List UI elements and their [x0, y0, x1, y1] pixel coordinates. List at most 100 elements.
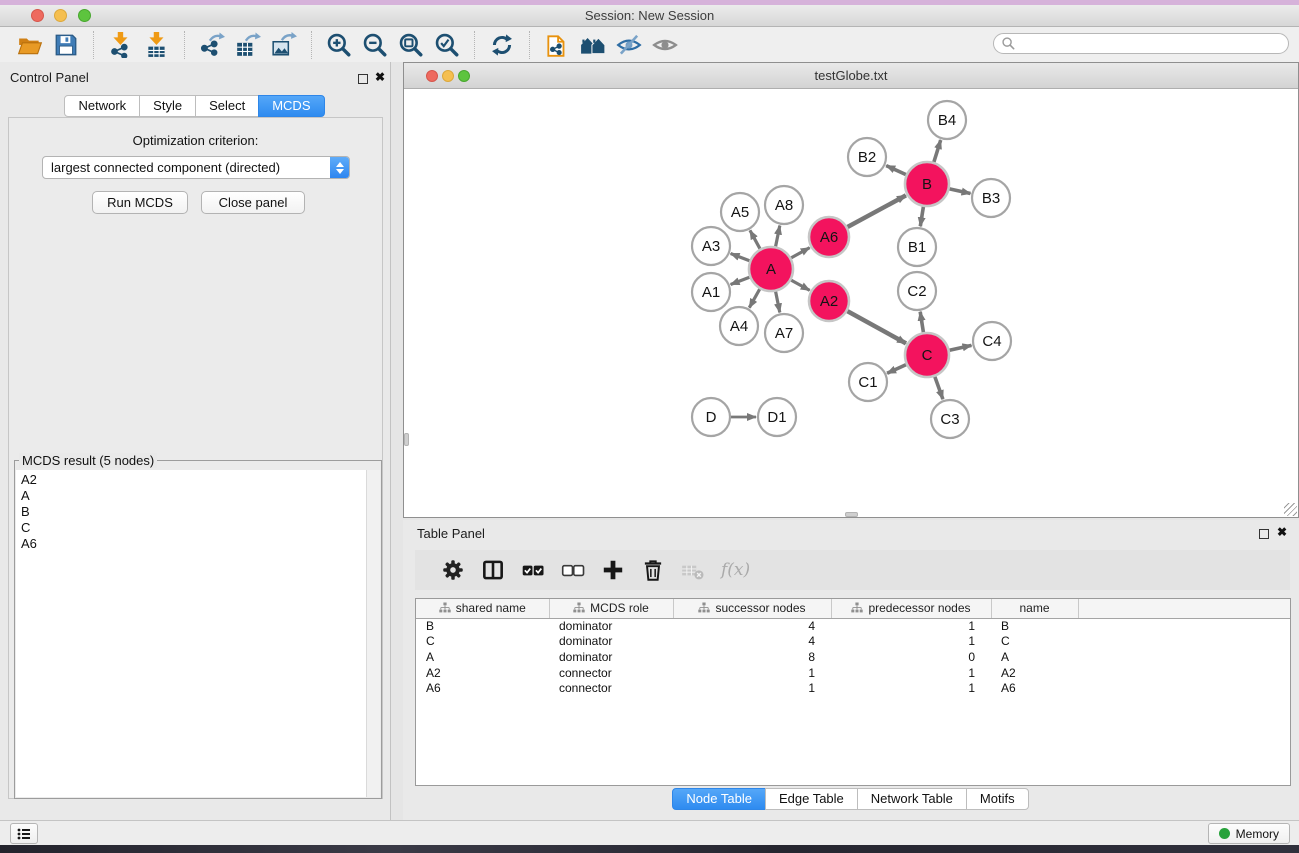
result-item-c[interactable]: C	[16, 520, 366, 536]
tab-mcds[interactable]: MCDS	[258, 95, 324, 117]
graph-node-b1[interactable]: B1	[898, 228, 936, 266]
result-item-a2[interactable]: A2	[16, 472, 366, 488]
home-button[interactable]	[575, 30, 611, 60]
result-item-a6[interactable]: A6	[16, 536, 366, 552]
network-hscroll-thumb[interactable]	[845, 512, 858, 517]
network-window-zoom-button[interactable]	[458, 70, 470, 82]
table-row-a[interactable]: Adominator80A	[416, 649, 1290, 665]
graph-node-a6[interactable]: A6	[809, 217, 849, 257]
graph-node-c3[interactable]: C3	[931, 400, 969, 438]
save-session-button[interactable]	[48, 30, 84, 60]
edge-A2-C[interactable]	[847, 311, 906, 343]
zoom-in-button[interactable]	[321, 30, 357, 60]
window-close-button[interactable]	[31, 9, 44, 22]
open-session-button[interactable]	[12, 30, 48, 60]
edge-A6-B[interactable]	[848, 195, 906, 227]
edge-A-A4[interactable]	[749, 289, 759, 308]
table-panel-close-icon[interactable]: ✖	[1277, 525, 1287, 539]
table-settings-button[interactable]	[433, 555, 473, 585]
zoom-selected-button[interactable]	[429, 30, 465, 60]
edge-A-A6[interactable]	[791, 248, 810, 258]
tab-network[interactable]: Network	[64, 95, 140, 117]
search-field[interactable]	[993, 33, 1289, 54]
result-item-a[interactable]: A	[16, 488, 366, 504]
edge-B-B2[interactable]	[886, 166, 906, 175]
graph-node-a3[interactable]: A3	[692, 227, 730, 265]
graph-node-b2[interactable]: B2	[848, 138, 886, 176]
table-row-b[interactable]: Bdominator41B	[416, 618, 1290, 634]
zoom-fit-button[interactable]	[393, 30, 429, 60]
import-network-button[interactable]	[103, 30, 139, 60]
tab-style[interactable]: Style	[139, 95, 196, 117]
graph-node-d[interactable]: D	[692, 398, 730, 436]
table-row-a6[interactable]: A6connector11A6	[416, 680, 1290, 696]
network-window-close-button[interactable]	[426, 70, 438, 82]
graph-node-c2[interactable]: C2	[898, 272, 936, 310]
edge-B-B3[interactable]	[950, 189, 971, 194]
graph-node-a[interactable]: A	[749, 247, 793, 291]
column-header-predecessor-nodes[interactable]: predecessor nodes	[831, 599, 991, 618]
edge-A-A5[interactable]	[750, 230, 760, 248]
tab-select[interactable]: Select	[195, 95, 259, 117]
network-vscroll-thumb[interactable]	[404, 433, 409, 446]
add-row-button[interactable]	[593, 555, 633, 585]
edge-C-C2[interactable]	[920, 312, 923, 333]
edge-B-B4[interactable]	[934, 140, 941, 162]
graph-node-a2[interactable]: A2	[809, 281, 849, 321]
search-input[interactable]	[1016, 35, 1288, 52]
graph-node-d1[interactable]: D1	[758, 398, 796, 436]
tab-node-table[interactable]: Node Table	[672, 788, 766, 810]
open-network-file-button[interactable]	[539, 30, 575, 60]
edge-C-C4[interactable]	[950, 345, 972, 350]
column-header-successor-nodes[interactable]: successor nodes	[673, 599, 831, 618]
graph-node-a4[interactable]: A4	[720, 307, 758, 345]
graph-node-a5[interactable]: A5	[721, 193, 759, 231]
window-minimize-button[interactable]	[54, 9, 67, 22]
graph-node-a8[interactable]: A8	[765, 186, 803, 224]
toggle-graphics-details-button[interactable]	[611, 30, 647, 60]
select-all-button[interactable]	[513, 555, 553, 585]
result-scrollbar[interactable]	[366, 470, 380, 797]
show-columns-button[interactable]	[473, 555, 513, 585]
panel-toggle-button[interactable]	[10, 823, 38, 844]
export-table-button[interactable]	[230, 30, 266, 60]
table-row-c[interactable]: Cdominator41C	[416, 634, 1290, 650]
refresh-layout-button[interactable]	[484, 30, 520, 60]
graph-node-b4[interactable]: B4	[928, 101, 966, 139]
function-builder-button[interactable]: f(x)	[713, 560, 758, 580]
close-panel-button[interactable]: Close panel	[201, 191, 305, 214]
edge-C-C1[interactable]	[887, 365, 906, 374]
result-item-b[interactable]: B	[16, 504, 366, 520]
window-resize-grip[interactable]	[1284, 503, 1297, 516]
column-header-name[interactable]: name	[991, 599, 1078, 618]
criterion-select[interactable]: largest connected component (directed)	[42, 156, 350, 179]
close-panel-icon[interactable]: ✖	[375, 70, 385, 84]
graph-node-a7[interactable]: A7	[765, 314, 803, 352]
graph-node-b3[interactable]: B3	[972, 179, 1010, 217]
edge-A-A3[interactable]	[731, 254, 750, 261]
edge-A-A7[interactable]	[776, 292, 780, 313]
table-panel-float-icon[interactable]	[1259, 529, 1269, 539]
edge-A-A1[interactable]	[731, 277, 750, 284]
graph-node-c[interactable]: C	[905, 333, 949, 377]
graph-node-a1[interactable]: A1	[692, 273, 730, 311]
export-image-button[interactable]	[266, 30, 302, 60]
delete-table-button[interactable]	[673, 555, 713, 585]
graph-node-b[interactable]: B	[905, 162, 949, 206]
tab-edge-table[interactable]: Edge Table	[765, 788, 858, 810]
graph-node-c4[interactable]: C4	[973, 322, 1011, 360]
network-canvas[interactable]: B4B2BB3A8A5A6A3B1AA1C2A2A4A7CC4C1C3DD1	[404, 89, 1298, 517]
run-mcds-button[interactable]: Run MCDS	[92, 191, 188, 214]
edge-A-A8[interactable]	[776, 226, 780, 247]
delete-selected-button[interactable]	[633, 555, 673, 585]
edge-B-B1[interactable]	[920, 207, 923, 227]
export-network-button[interactable]	[194, 30, 230, 60]
float-panel-icon[interactable]	[358, 74, 368, 84]
tab-network-table[interactable]: Network Table	[857, 788, 967, 810]
network-window-minimize-button[interactable]	[442, 70, 454, 82]
column-header-mcds-role[interactable]: MCDS role	[549, 599, 673, 618]
edge-A-A2[interactable]	[791, 280, 810, 290]
window-zoom-button[interactable]	[78, 9, 91, 22]
zoom-out-button[interactable]	[357, 30, 393, 60]
memory-button[interactable]: Memory	[1208, 823, 1290, 844]
